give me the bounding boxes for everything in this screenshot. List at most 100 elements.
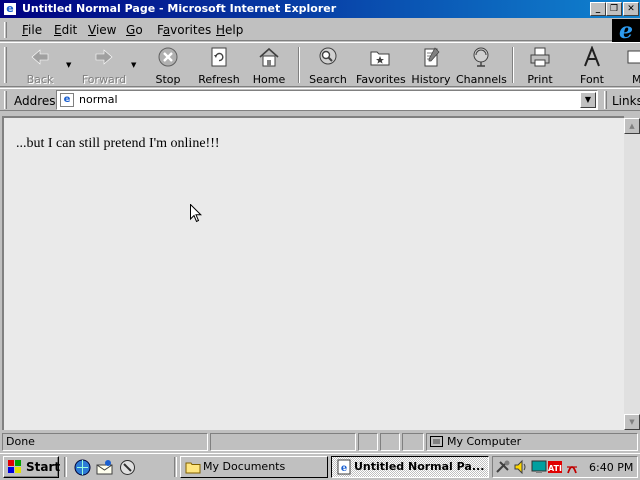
- close-button[interactable]: ✕: [623, 2, 639, 16]
- page-body-text: ...but I can still pretend I'm online!!!: [16, 136, 220, 151]
- search-icon: [319, 47, 337, 65]
- address-input[interactable]: e normal ▼: [56, 90, 598, 110]
- channels-label: Channels: [456, 73, 507, 86]
- menu-grip[interactable]: [4, 22, 7, 38]
- status-cell: [380, 433, 400, 451]
- ie-throbber-logo: e: [612, 19, 640, 43]
- mail-icon: [627, 50, 640, 64]
- scroll-up-icon[interactable]: ▲: [624, 118, 640, 134]
- refresh-icon: [211, 47, 227, 67]
- refresh-button[interactable]: Refresh: [196, 46, 242, 86]
- internet-explorer-icon[interactable]: [74, 459, 91, 476]
- links-grip[interactable]: [604, 91, 607, 109]
- menu-bar: File Edit View Go Favorites Help: [0, 19, 640, 41]
- font-button[interactable]: Font: [572, 46, 612, 86]
- forward-dropdown-icon[interactable]: ▼: [131, 61, 136, 69]
- start-button[interactable]: Start: [3, 456, 61, 478]
- system-tray: ATI 6:40 PM: [492, 456, 638, 478]
- zone-label: My Computer: [447, 435, 522, 448]
- back-arrow-icon: [31, 49, 49, 65]
- system-clock[interactable]: 6:40 PM: [589, 461, 633, 474]
- minimize-button[interactable]: _: [590, 2, 606, 16]
- standard-toolbar: Back ▼ Forward ▼ Stop Refresh Home Searc…: [0, 42, 640, 87]
- address-grip[interactable]: [4, 91, 7, 109]
- print-label: Print: [527, 73, 553, 86]
- taskbar-separator: [174, 457, 177, 477]
- search-label: Search: [309, 73, 347, 86]
- volume-icon[interactable]: [513, 459, 529, 475]
- maximize-button[interactable]: ❐: [606, 2, 622, 16]
- refresh-label: Refresh: [198, 73, 240, 86]
- outlook-express-icon[interactable]: [96, 459, 113, 476]
- address-value[interactable]: normal: [79, 93, 118, 106]
- start-label: Start: [26, 460, 61, 474]
- menu-favorites[interactable]: Favorites: [157, 23, 211, 37]
- svg-text:ATI: ATI: [548, 464, 562, 473]
- favorites-folder-icon: [370, 51, 390, 66]
- channels-satellite-icon: [473, 47, 489, 67]
- toolbar-separator: [298, 47, 300, 83]
- task-label: Untitled Normal Pa...: [354, 460, 485, 473]
- vertical-scrollbar[interactable]: ▲ ▼: [624, 118, 640, 430]
- status-text: Done: [2, 433, 208, 451]
- menu-file[interactable]: File: [22, 23, 42, 37]
- security-zone: My Computer: [426, 433, 638, 451]
- favorites-button[interactable]: Favorites: [356, 46, 406, 86]
- address-dropdown-icon[interactable]: ▼: [580, 92, 596, 108]
- address-label: Address: [14, 94, 62, 108]
- channels-icon[interactable]: [119, 459, 136, 476]
- tools-icon[interactable]: [495, 459, 511, 475]
- page-content[interactable]: ...but I can still pretend I'm online!!!: [2, 116, 624, 430]
- taskbar: Start My Documents e Untitled Normal Pa.…: [0, 453, 640, 480]
- home-label: Home: [252, 73, 286, 86]
- printer-icon: [530, 47, 550, 67]
- home-icon: [259, 47, 279, 67]
- print-button[interactable]: Print: [520, 46, 560, 86]
- font-label: Font: [580, 73, 604, 86]
- task-label: My Documents: [203, 460, 286, 473]
- stop-label: Stop: [155, 73, 181, 86]
- history-icon: [424, 47, 440, 67]
- mouse-pointer-icon: [190, 204, 202, 223]
- svg-text:e: e: [341, 463, 347, 474]
- status-progress: [210, 433, 356, 451]
- stop-button[interactable]: Stop: [146, 46, 190, 86]
- folder-icon: [185, 462, 201, 474]
- back-button[interactable]: Back: [14, 46, 66, 86]
- ie-page-icon[interactable]: e: [3, 2, 17, 16]
- mail-button[interactable]: M: [626, 46, 640, 86]
- font-icon: [584, 46, 600, 67]
- status-cell: [402, 433, 424, 451]
- computer-icon: [430, 436, 443, 447]
- menu-edit[interactable]: Edit: [54, 23, 77, 37]
- mail-label: M: [632, 73, 640, 86]
- scroll-down-icon[interactable]: ▼: [624, 414, 640, 430]
- forward-label: Forward: [81, 73, 127, 86]
- forward-arrow-icon: [95, 49, 113, 65]
- history-label: History: [411, 73, 451, 86]
- title-bar[interactable]: e Untitled Normal Page - Microsoft Inter…: [0, 0, 640, 18]
- toolbar-separator: [512, 47, 514, 83]
- toolbar-grip[interactable]: [4, 47, 7, 83]
- channels-button[interactable]: Channels: [456, 46, 507, 86]
- pdf-reader-icon[interactable]: [564, 459, 580, 475]
- status-bar: Done My Computer: [0, 432, 640, 452]
- status-cell: [358, 433, 378, 451]
- menu-view[interactable]: View: [88, 23, 116, 37]
- forward-button[interactable]: Forward: [78, 46, 130, 86]
- back-dropdown-icon[interactable]: ▼: [66, 61, 71, 69]
- task-untitled-normal-page[interactable]: e Untitled Normal Pa...: [331, 456, 489, 478]
- favorites-label: Favorites: [356, 73, 406, 86]
- ati-icon[interactable]: ATI: [547, 459, 563, 475]
- ie-page-icon: e: [60, 93, 74, 107]
- menu-go[interactable]: Go: [126, 23, 143, 37]
- links-button[interactable]: Links: [612, 94, 640, 108]
- taskbar-separator: [64, 457, 67, 477]
- history-button[interactable]: History: [410, 46, 452, 86]
- search-button[interactable]: Search: [306, 46, 350, 86]
- task-my-documents[interactable]: My Documents: [180, 456, 328, 478]
- back-label: Back: [26, 73, 54, 86]
- menu-help[interactable]: Help: [216, 23, 243, 37]
- display-icon[interactable]: [531, 459, 547, 475]
- home-button[interactable]: Home: [248, 46, 290, 86]
